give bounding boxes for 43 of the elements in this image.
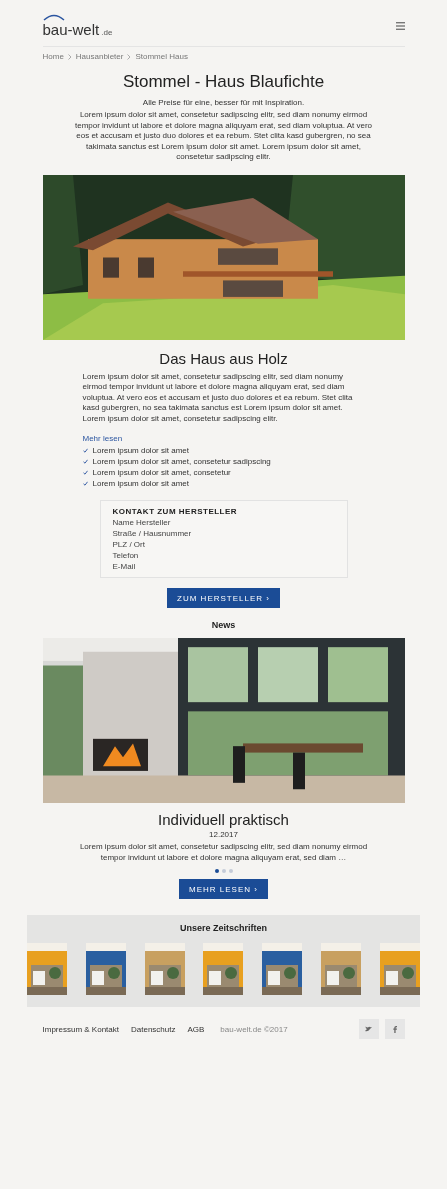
f-icon (392, 1025, 397, 1033)
contact-line: Telefon (112, 551, 140, 560)
contact-line: Straße / Hausnummer (112, 529, 193, 538)
carousel-dot[interactable] (214, 869, 219, 873)
news-date: 12.2017 (209, 830, 238, 839)
manufacturer-button[interactable]: ZUM HERSTELLER › (167, 588, 280, 608)
section-heading: Das Haus aus Holz (159, 349, 288, 367)
magazines-heading: Unsere Zeitschriften (180, 923, 267, 933)
roof-icon (42, 14, 65, 21)
feature-text: Lorem ipsum dolor sit amet (92, 446, 189, 455)
description-text: Lorem ipsum dolor sit amet, consetetur sadipscing elitr, sed diam nonumy eirmod tempor invidunt ut labore et dolore magna aliquyam erat, sed diam voluptua. At vero eos et accusam et justo duo dolores et ea rebum. Stet clita kasd gubergren, no sea takimata sanctus est Lorem ipsum dolor sit amet. Lorem ipsum dolor sit amet, consetetur sadipscing elitr. (73, 110, 374, 163)
footer-link[interactable]: Impressum & Kontakt (42, 1024, 119, 1034)
feature-text: Lorem ipsum dolor sit amet, consetetur (92, 468, 231, 477)
breadcrumb-link[interactable]: Stommel Haus (135, 52, 188, 61)
chevron-icon (127, 53, 132, 60)
news-title: Individuell praktisch (158, 811, 289, 828)
chevron-icon (67, 53, 72, 60)
contact-line: E-Mail (112, 562, 137, 571)
read-more-link[interactable]: Mehr lesen (82, 434, 123, 443)
carousel-dot[interactable] (221, 869, 226, 873)
logo[interactable]: bau-welt (42, 21, 100, 38)
contact-heading: KONTAKT ZUM HERSTELLER (112, 507, 239, 516)
footer-link[interactable]: Datenschutz (131, 1024, 176, 1034)
breadcrumb-link[interactable]: Hausanbieter (75, 52, 124, 61)
section-text: Lorem ipsum dolor sit amet, consetetur sadipscing elitr, sed diam nonumy eirmod tempor invidunt ut labore et dolore magna aliquyam erat, sed diam voluptua. At vero eos et accusam et justo duo dolores et ea rebum. Stet clita kasd gubergren, no sea takimata sanctus est Lorem ipsum dolor sit amet. Lorem ipsum dolor sit amet, consetetur sadipscing elitr. (82, 371, 354, 424)
page-title: Stommel - Haus Blaufichte (122, 72, 325, 92)
news-heading: News (211, 620, 236, 630)
contact-line: PLZ / Ort (112, 540, 146, 549)
intro-text: Alle Preise für eine, besser für mit Inspiration. (142, 98, 305, 107)
carousel-dot[interactable] (228, 869, 233, 873)
feature-text: Lorem ipsum dolor sit amet, consetetur sadipscing (92, 457, 271, 466)
read-more-button[interactable]: MEHR LESEN › (179, 879, 268, 899)
news-excerpt: Lorem ipsum dolor sit amet, consetetur sadipscing elitr, sed diam nonumy eirmod tempor invidunt ut labore et dolore magna aliquyam erat, sed diam … (78, 842, 369, 863)
feature-text: Lorem ipsum dolor sit amet (92, 479, 189, 488)
footer-link[interactable]: AGB (187, 1024, 205, 1034)
menu-icon[interactable] (395, 22, 405, 30)
f-button[interactable] (384, 1019, 405, 1039)
copyright-text: bau-welt.de ©2017 (220, 1024, 288, 1034)
bird-button[interactable] (358, 1019, 379, 1039)
breadcrumb-link[interactable]: Home (42, 52, 64, 61)
logo-suffix: .de (101, 28, 113, 37)
bird-icon (365, 1026, 372, 1032)
contact-line: Name Hersteller (112, 518, 172, 527)
